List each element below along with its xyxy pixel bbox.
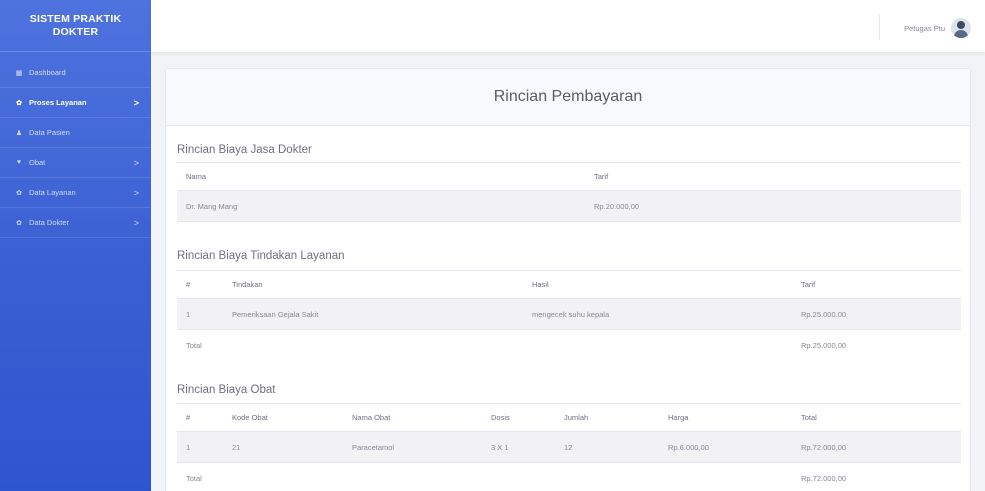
- total-row: Total Rp.25.000,00: [177, 330, 961, 361]
- sidebar-item-obat[interactable]: ♥ Obat >: [0, 148, 151, 178]
- table-cell: Paracetamol: [343, 431, 482, 463]
- section-title-dokter: Rincian Biaya Jasa Dokter: [177, 144, 312, 156]
- table-row: 1 Pemeriksaan Gejala Sakit mengecek suhu…: [177, 298, 961, 330]
- avatar-head: [957, 21, 965, 29]
- page-title: Rincian Pembayaran: [493, 88, 643, 105]
- table-cell: 21: [223, 431, 343, 463]
- table-row: Dr. Mang Mang Rp.20.000,00: [177, 190, 961, 222]
- sidebar-item-dashboard[interactable]: ▦ Dashboard: [0, 58, 151, 88]
- sidebar-item-data-pasien[interactable]: ♟ Data Pasien: [0, 118, 151, 148]
- total-value: Rp.25.000,00: [801, 340, 847, 350]
- table-cell: 3 X 1: [482, 431, 555, 463]
- column-header: Dosis: [482, 403, 555, 432]
- pill-icon: ♥: [16, 159, 22, 166]
- section-title-obat: Rincian Biaya Obat: [177, 384, 276, 396]
- table-cell: mengecek suhu kepala: [523, 298, 792, 330]
- user-dropdown[interactable]: Petugas Ptu: [904, 18, 971, 38]
- doctor-fee-table: Nama Tarif Dr. Mang Mang Rp.20.000,00: [177, 162, 961, 222]
- column-header: Hasil: [523, 270, 792, 299]
- medicine-fee-table: # Kode Obat Nama Obat Dosis Jumlah Harga…: [177, 403, 961, 491]
- chevron-right-icon: >: [133, 187, 139, 198]
- column-header: Nama: [177, 162, 585, 191]
- chevron-right-icon: >: [133, 157, 139, 168]
- user-name: Petugas Ptu: [904, 23, 945, 33]
- sidebar-item-label: Obat: [29, 158, 46, 167]
- table-cell: Dr. Mang Mang: [177, 190, 585, 222]
- total-value: Rp.72.000,00: [801, 473, 847, 483]
- chevron-right-icon: >: [133, 97, 139, 108]
- column-header: Tarif: [585, 162, 961, 191]
- column-header: Nama Obat: [343, 403, 482, 432]
- topbar: Petugas Ptu: [151, 0, 985, 52]
- sidebar-item-label: Proses Layanan: [29, 98, 87, 107]
- user-icon: ♟: [15, 129, 23, 137]
- sidebar: SISTEM PRAKTIK DOKTER ▦ Dashboard ✿ Pros…: [0, 0, 151, 491]
- sidebar-item-data-dokter[interactable]: ✿ Data Dokter >: [0, 208, 151, 238]
- chevron-right-icon: >: [133, 217, 139, 228]
- table-cell: 12: [555, 431, 659, 463]
- topbar-divider: [879, 14, 880, 40]
- table-row: 1 21 Paracetamol 3 X 1 12 Rp.6.000,00 Rp…: [177, 431, 961, 463]
- sidebar-item-data-layanan[interactable]: ✿ Data Layanan >: [0, 178, 151, 208]
- table-cell: Rp.20.000,00: [585, 190, 961, 222]
- sidebar-item-label: Data Layanan: [29, 188, 76, 197]
- column-header: #: [177, 403, 223, 432]
- dashboard-icon: ▦: [15, 69, 23, 77]
- column-header: Harga: [659, 403, 792, 432]
- payment-detail-card: Rincian Pembayaran Rincian Biaya Jasa Do…: [165, 68, 971, 491]
- column-header: Jumlah: [555, 403, 659, 432]
- sidebar-item-label: Data Dokter: [29, 218, 70, 227]
- avatar-body: [954, 30, 968, 38]
- total-row: Total Rp.72.000,00: [177, 463, 961, 491]
- table-cell: Rp.72.000,00: [792, 431, 961, 463]
- table-cell: Pemeriksaan Gejala Sakit: [223, 298, 523, 330]
- card-header: Rincian Pembayaran: [166, 69, 970, 126]
- column-header: Tindakan: [223, 270, 523, 299]
- table-cell: Rp.6.000,00: [659, 431, 792, 463]
- section-title-tindakan: Rincian Biaya Tindakan Layanan: [177, 250, 345, 262]
- sidebar-item-label: Dashboard: [29, 68, 66, 77]
- column-header: Total: [792, 403, 961, 432]
- column-header: Tarif: [792, 270, 961, 299]
- table-cell: 1: [177, 298, 223, 330]
- table-cell: Rp.25.000,00: [792, 298, 961, 330]
- table-cell: 1: [177, 431, 223, 463]
- cog-icon: ✿: [16, 219, 22, 227]
- sidebar-item-proses-layanan[interactable]: ✿ Proses Layanan >: [0, 88, 151, 118]
- column-header: Kode Obat: [223, 403, 343, 432]
- cog-icon: ✿: [16, 189, 22, 197]
- brand-title-line1: SISTEM PRAKTIK: [29, 12, 122, 25]
- brand-logo[interactable]: SISTEM PRAKTIK DOKTER: [0, 0, 151, 52]
- sidebar-item-label: Data Pasien: [29, 128, 70, 137]
- column-header: #: [177, 270, 223, 299]
- total-label: Total: [186, 340, 202, 350]
- procedure-fee-table: # Tindakan Hasil Tarif 1 Pemeriksaan Gej…: [177, 270, 961, 361]
- avatar[interactable]: [951, 18, 971, 38]
- total-label: Total: [186, 473, 202, 483]
- brand-title-line2: DOKTER: [52, 25, 99, 38]
- cog-icon: ✿: [16, 99, 22, 107]
